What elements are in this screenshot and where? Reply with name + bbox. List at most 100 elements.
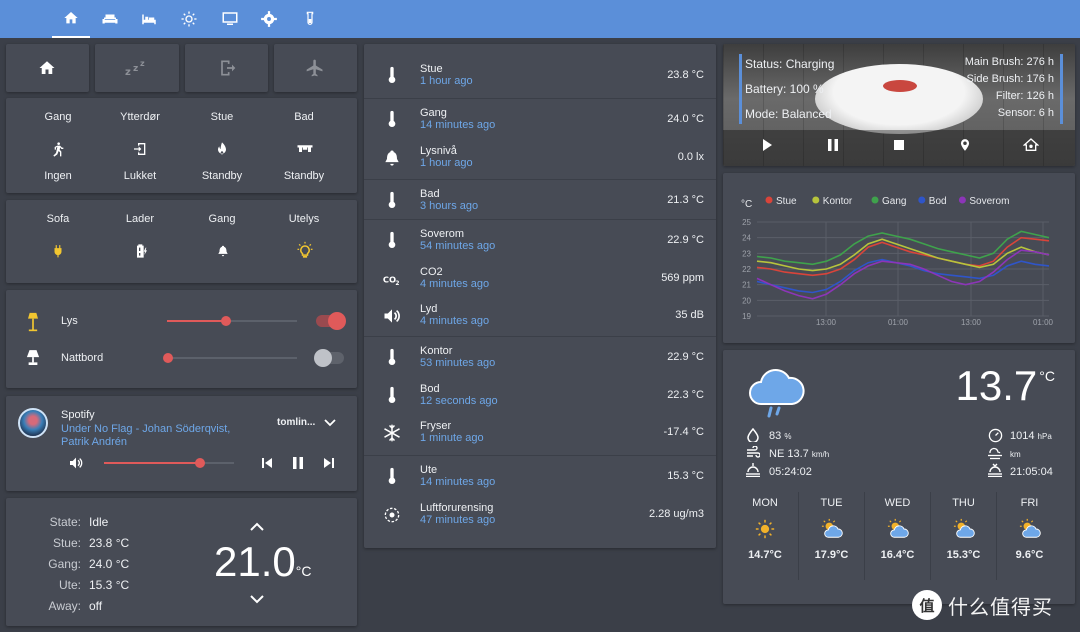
legend-label: Stue: [776, 196, 797, 207]
sensor-row[interactable]: Gang 14 minutes ago 24.0 °C: [364, 104, 716, 136]
sensor-value: 23.8 °C: [667, 69, 704, 81]
light-slider-handle[interactable]: [163, 353, 173, 363]
door-enter-icon[interactable]: [132, 140, 148, 158]
plug-icon[interactable]: [51, 242, 65, 260]
pause-icon[interactable]: [292, 456, 304, 470]
legend-marker: [765, 196, 773, 204]
pressure-unit: hPa: [1037, 432, 1052, 441]
light-slider-lys[interactable]: [167, 316, 297, 326]
tab-media[interactable]: [211, 0, 249, 38]
light-slider-handle[interactable]: [220, 316, 231, 326]
tab-settings[interactable]: [250, 0, 288, 38]
sensor-name: Kontor: [420, 345, 453, 357]
skip-previous-icon[interactable]: [261, 457, 273, 469]
x-tick-label: 13:00: [816, 318, 837, 327]
sensor-value: 0.0 lx: [677, 151, 704, 163]
sensor-name: Stue: [420, 63, 443, 75]
chevron-up-icon[interactable]: [249, 520, 265, 532]
media-device[interactable]: tomlin...: [277, 417, 315, 428]
thermostat-key: Stue:: [52, 536, 81, 550]
alarm-name: Stue: [210, 111, 234, 123]
thermometer-icon: [388, 467, 396, 485]
sensor-row[interactable]: Luftforurensing 47 minutes ago 2.28 ug/m3: [364, 499, 716, 531]
sensor-row[interactable]: Soverom 54 minutes ago 22.9 °C: [364, 225, 716, 257]
svg-text:z: z: [133, 64, 138, 74]
sensor-row[interactable]: Bod 12 seconds ago 22.3 °C: [364, 380, 716, 412]
stop-icon[interactable]: [893, 139, 905, 151]
sensor-row[interactable]: Lysnivå 1 hour ago 0.0 lx: [364, 142, 716, 174]
tab-bedroom[interactable]: [130, 0, 168, 38]
bulb-icon[interactable]: [295, 241, 315, 261]
sensor-row[interactable]: Fryser 1 minute ago -17.4 °C: [364, 417, 716, 449]
sensor-row[interactable]: Ute 14 minutes ago 15.3 °C: [364, 461, 716, 493]
pause-icon[interactable]: [827, 138, 839, 152]
light-slider-fill: [167, 320, 226, 322]
vacuum-status: Status: Charging: [745, 57, 835, 71]
forecast-temp: 14.7°C: [748, 549, 782, 561]
bell-icon[interactable]: [216, 243, 230, 259]
scene-home-button[interactable]: [6, 44, 89, 92]
chevron-down-icon[interactable]: [324, 418, 336, 428]
scene-leave-button[interactable]: [185, 44, 268, 92]
weather-unit: °C: [1039, 368, 1055, 384]
sensor-row[interactable]: Bad 3 hours ago 21.3 °C: [364, 185, 716, 217]
tab-light[interactable]: [170, 0, 208, 38]
return-home-icon[interactable]: [1023, 137, 1039, 153]
locate-icon[interactable]: [958, 136, 972, 154]
walk-icon[interactable]: [50, 140, 66, 158]
play-icon[interactable]: [761, 138, 773, 152]
legend-label: Gang: [882, 196, 906, 207]
battery-charge-icon[interactable]: [133, 242, 149, 260]
gear-icon: [261, 11, 277, 27]
sensor-updated: 4 minutes ago: [420, 278, 490, 290]
volume-slider[interactable]: [104, 458, 234, 468]
legend-label: Soverom: [969, 196, 1009, 207]
sensor-row[interactable]: Kontor 53 minutes ago 22.9 °C: [364, 342, 716, 374]
switch-name: Gang: [208, 213, 236, 225]
skip-next-icon[interactable]: [323, 457, 335, 469]
toggle-thumb: [328, 312, 346, 330]
sleep-icon: z zz: [125, 59, 145, 78]
floor-lamp-icon: [28, 312, 38, 332]
scene-sleep-button[interactable]: zzz: [95, 44, 179, 92]
watermark-logo-icon: 值: [912, 590, 942, 620]
legend-marker: [871, 196, 879, 204]
legend-label: Kontor: [823, 196, 853, 207]
x-tick-label: 13:00: [961, 318, 982, 327]
light-toggle-nattbord[interactable]: [314, 349, 344, 367]
y-tick-label: 24: [742, 234, 751, 243]
sensor-row[interactable]: Lyd 4 minutes ago 35 dB: [364, 300, 716, 332]
sensor-updated: 54 minutes ago: [420, 240, 496, 252]
light-slider-nattbord[interactable]: [163, 353, 297, 363]
wind-icon: [747, 446, 760, 458]
sensor-value: 22.3 °C: [667, 389, 704, 401]
tab-home[interactable]: [52, 0, 90, 38]
sensor-row[interactable]: Stue 1 hour ago 23.8 °C: [364, 60, 716, 92]
towel-icon[interactable]: [296, 142, 314, 156]
lights-card: Lys Nattbord: [6, 290, 357, 388]
light-toggle-lys[interactable]: [316, 312, 346, 330]
flame-icon[interactable]: [214, 140, 230, 158]
sensor-name: Soverom: [420, 228, 465, 240]
vacuum-side-brush: Side Brush: 176 h: [966, 73, 1054, 85]
tab-lab[interactable]: [291, 0, 329, 38]
chevron-down-icon[interactable]: [249, 594, 265, 606]
sensor-updated: 1 hour ago: [420, 157, 473, 169]
thermostat-value: 24.0 °C: [89, 557, 130, 571]
vacuum-battery: Battery: 100 %: [745, 82, 824, 96]
tab-sofa[interactable]: [91, 0, 129, 38]
switch-name: Sofa: [46, 213, 70, 225]
exit-icon: [221, 60, 236, 76]
sensor-value: 35 dB: [675, 309, 704, 321]
forecast-temp: 9.6°C: [1015, 549, 1044, 561]
y-tick-label: 21: [742, 281, 751, 290]
table-lamp-icon: [26, 350, 40, 365]
vacuum-mode: Mode: Balanced: [745, 107, 832, 121]
y-axis-label: °C: [741, 199, 752, 210]
sensor-row[interactable]: CO 2 CO2 4 minutes ago 569 ppm: [364, 263, 716, 295]
volume-icon[interactable]: [68, 455, 84, 471]
volume-slider-handle[interactable]: [195, 458, 206, 468]
forecast-day: WED 16.4°C: [864, 492, 930, 580]
scene-travel-button[interactable]: [274, 44, 357, 92]
bed-icon: [142, 14, 156, 25]
